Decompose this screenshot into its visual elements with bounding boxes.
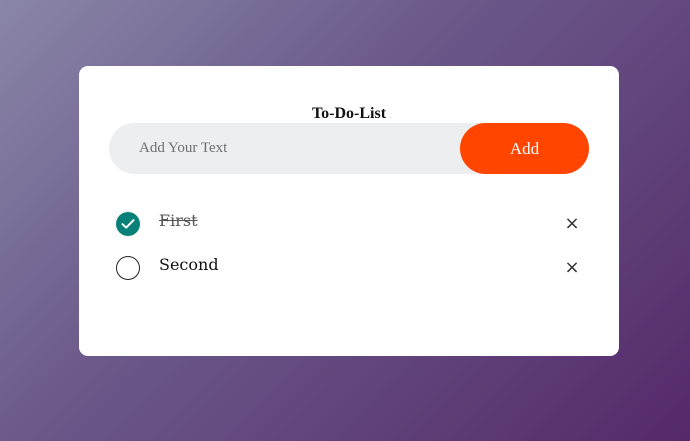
todo-item[interactable]: Second ×: [116, 252, 586, 282]
todo-item[interactable]: First ×: [116, 208, 586, 238]
todo-text-input[interactable]: [109, 123, 459, 174]
add-button[interactable]: Add: [460, 123, 589, 174]
app-title: To-Do-List: [311, 105, 387, 122]
todo-item-text: First: [159, 211, 198, 230]
todo-item-text: Second: [159, 255, 219, 274]
unchecked-circle-icon[interactable]: [116, 256, 140, 280]
close-icon[interactable]: ×: [558, 256, 586, 280]
close-icon[interactable]: ×: [558, 212, 586, 236]
checked-circle-icon[interactable]: [116, 212, 140, 236]
input-row: Add: [109, 123, 589, 174]
todo-card: To-Do-List Add First × Second ×: [79, 66, 619, 356]
